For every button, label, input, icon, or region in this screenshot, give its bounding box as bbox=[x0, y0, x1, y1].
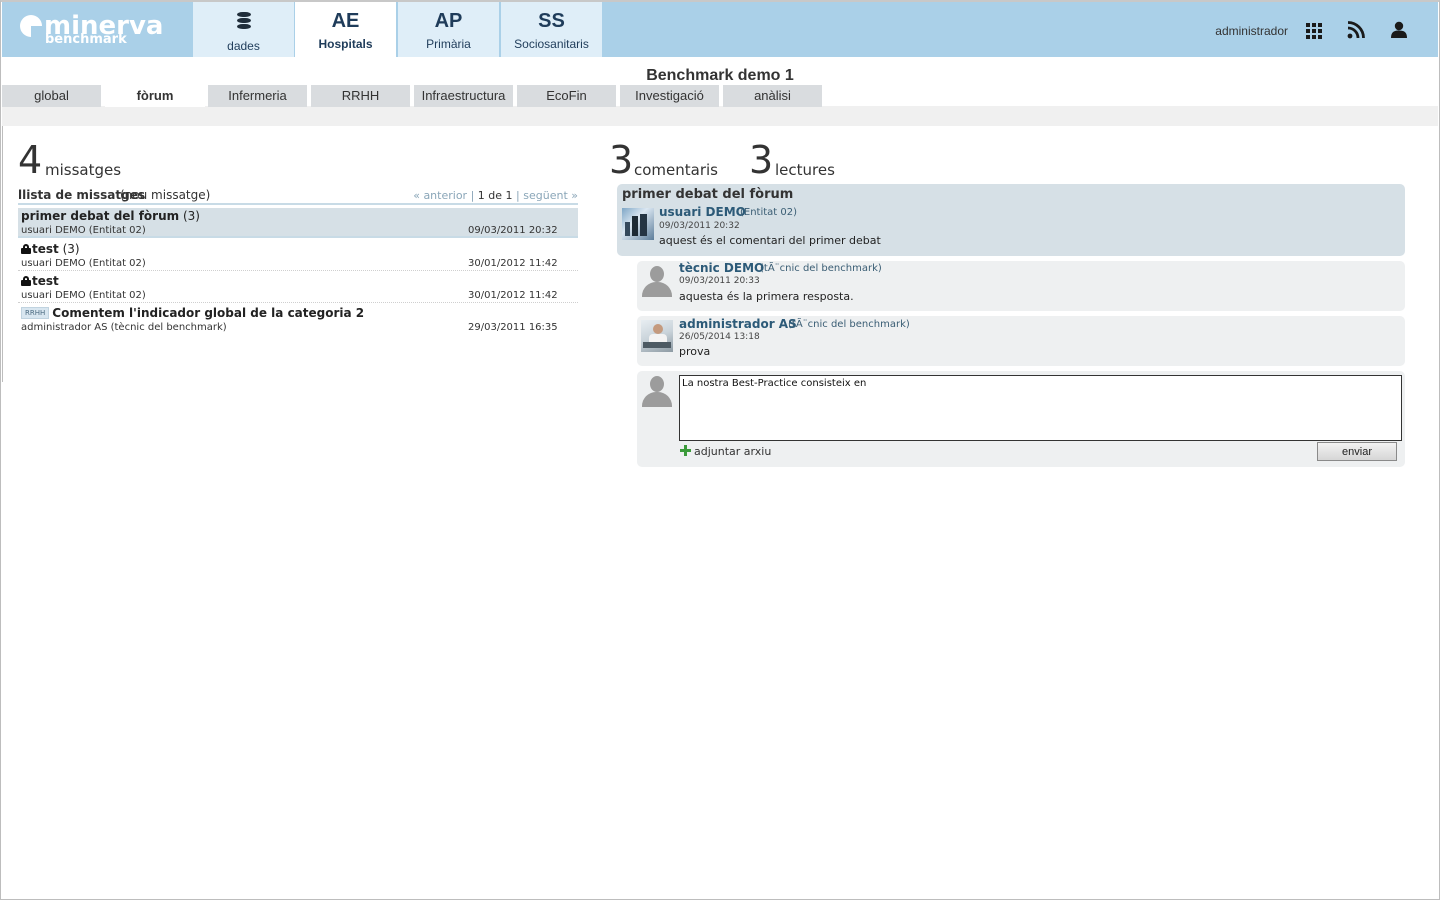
message-date: 30/01/2012 11:42 bbox=[468, 290, 558, 301]
subtabs-bar bbox=[2, 106, 1438, 126]
message-title: test bbox=[32, 242, 59, 256]
message-date: 09/03/2011 20:32 bbox=[468, 225, 558, 236]
message-title-wrap: test (3) bbox=[21, 242, 80, 256]
reply-textarea[interactable] bbox=[679, 375, 1402, 441]
comments-count: 3 bbox=[609, 138, 634, 182]
subtab-rrhh[interactable]: RRHH bbox=[311, 85, 410, 107]
module-tab-primaria[interactable]: AP Primària bbox=[398, 2, 499, 57]
module-tab-sociosanitaris[interactable]: SS Sociosanitaris bbox=[501, 2, 602, 57]
subtab-global[interactable]: global bbox=[2, 85, 101, 107]
avatar bbox=[641, 265, 673, 297]
author-name[interactable]: administrador AS bbox=[679, 317, 797, 331]
user-icon[interactable] bbox=[1390, 21, 1408, 39]
comments-label: comentaris bbox=[634, 161, 718, 179]
module-code: AE bbox=[331, 10, 360, 32]
reads-count: 3 bbox=[749, 138, 774, 182]
rss-icon[interactable] bbox=[1347, 21, 1365, 39]
avatar bbox=[641, 375, 673, 407]
message-row[interactable]: RRHH Comentem l'indicador global de la ca… bbox=[18, 305, 578, 335]
pager-next[interactable]: següent » bbox=[523, 189, 578, 202]
message-date: 30/01/2012 11:42 bbox=[468, 258, 558, 269]
lock-icon bbox=[21, 276, 31, 286]
message-row[interactable]: primer debat del fòrum (3) usuari DEMO (… bbox=[18, 208, 578, 238]
messages-count: 4 bbox=[18, 138, 43, 182]
message-title-wrap: test bbox=[21, 274, 59, 288]
page-title: Benchmark demo 1 bbox=[646, 67, 794, 84]
post-text: aquesta és la primera resposta. bbox=[679, 290, 854, 303]
module-tab-dades[interactable]: dades bbox=[193, 2, 294, 57]
message-title-wrap: primer debat del fòrum (3) bbox=[21, 209, 200, 223]
module-label: Sociosanitaris bbox=[514, 37, 589, 51]
module-tab-hospitals[interactable]: AE Hospitals bbox=[295, 2, 396, 57]
thread-title: primer debat del fòrum bbox=[622, 187, 794, 202]
avatar bbox=[641, 320, 673, 352]
subtab-investigacio[interactable]: Investigació bbox=[620, 85, 719, 107]
message-title-wrap: RRHH Comentem l'indicador global de la ca… bbox=[21, 306, 364, 320]
logo-subtitle: benchmark bbox=[45, 32, 127, 47]
reply-item: administrador AS (tÃ¨cnic del benchmark)… bbox=[637, 316, 1405, 366]
post-date: 26/05/2014 13:18 bbox=[679, 332, 760, 342]
pager-prev[interactable]: « anterior bbox=[413, 189, 467, 202]
message-title: Comentem l'indicador global de la catego… bbox=[52, 306, 365, 320]
thread-original-post: primer debat del fòrum usuari DEMO (Enti… bbox=[617, 184, 1405, 256]
author-org: (Entitat 02) bbox=[740, 207, 798, 218]
left-border bbox=[2, 126, 3, 382]
subtab-analisi[interactable]: anàlisi bbox=[723, 85, 822, 107]
logo-mark bbox=[20, 15, 42, 37]
message-row[interactable]: test usuari DEMO (Entitat 02) 30/01/2012… bbox=[18, 273, 578, 303]
message-title: primer debat del fòrum bbox=[21, 209, 180, 223]
avatar bbox=[622, 208, 654, 240]
message-author: usuari DEMO (Entitat 02) bbox=[21, 258, 146, 269]
grid-icon[interactable] bbox=[1306, 23, 1322, 39]
post-date: 09/03/2011 20:32 bbox=[659, 221, 740, 231]
pager-current: 1 de 1 bbox=[477, 189, 513, 202]
module-label: Hospitals bbox=[318, 37, 373, 51]
attach-file-link[interactable]: adjuntar arxiu bbox=[680, 445, 771, 458]
message-author: usuari DEMO (Entitat 02) bbox=[21, 225, 146, 236]
pager-sep: | bbox=[470, 189, 475, 202]
message-list-header: llista de missatges (nou missatge) « ant… bbox=[18, 188, 578, 205]
reads-label: lectures bbox=[775, 161, 835, 179]
subtab-forum[interactable]: fòrum bbox=[105, 85, 205, 107]
module-code: SS bbox=[538, 10, 565, 32]
post-text: aquest és el comentari del primer debat bbox=[659, 234, 881, 247]
lock-icon bbox=[21, 244, 31, 254]
attach-label: adjuntar arxiu bbox=[694, 445, 772, 458]
message-author: usuari DEMO (Entitat 02) bbox=[21, 290, 146, 301]
module-label: dades bbox=[227, 39, 260, 53]
new-message-link[interactable]: (nou missatge) bbox=[120, 188, 210, 202]
subtab-infermeria[interactable]: Infermeria bbox=[208, 85, 307, 107]
message-date: 29/03/2011 16:35 bbox=[468, 322, 558, 333]
database-icon bbox=[236, 12, 251, 30]
category-tag: RRHH bbox=[21, 307, 50, 319]
post-date: 09/03/2011 20:33 bbox=[679, 276, 760, 286]
message-row[interactable]: test (3) usuari DEMO (Entitat 02) 30/01/… bbox=[18, 241, 578, 271]
reply-item: tècnic DEMO (tÃ¨cnic del benchmark) 09/0… bbox=[637, 261, 1405, 311]
author-org: (tÃ¨cnic del benchmark) bbox=[788, 319, 910, 330]
subtab-ecofin[interactable]: EcoFin bbox=[517, 85, 616, 107]
user-name[interactable]: administrador bbox=[1215, 24, 1288, 38]
send-button[interactable]: enviar bbox=[1317, 442, 1397, 461]
pager: « anterior | 1 de 1 | següent » bbox=[413, 189, 578, 202]
messages-label: missatges bbox=[45, 161, 122, 179]
subtab-infraestructura[interactable]: Infraestructura bbox=[414, 85, 513, 107]
message-author: administrador AS (tècnic del benchmark) bbox=[21, 322, 227, 333]
pager-sep: | bbox=[516, 189, 520, 202]
message-count: (3) bbox=[62, 242, 80, 256]
message-count: (3) bbox=[182, 209, 200, 223]
author-name[interactable]: usuari DEMO bbox=[659, 205, 746, 219]
minerva-logo[interactable]: minerva benchmark bbox=[18, 11, 168, 52]
post-text: prova bbox=[679, 345, 711, 358]
message-title: test bbox=[32, 274, 59, 288]
plus-icon bbox=[680, 445, 691, 456]
module-code: AP bbox=[434, 10, 463, 32]
author-name[interactable]: tècnic DEMO bbox=[679, 261, 764, 275]
author-org: (tÃ¨cnic del benchmark) bbox=[760, 263, 882, 274]
top-bar: minerva benchmark dades AE Hospitals AP … bbox=[2, 2, 1438, 57]
module-label: Primària bbox=[426, 37, 471, 51]
